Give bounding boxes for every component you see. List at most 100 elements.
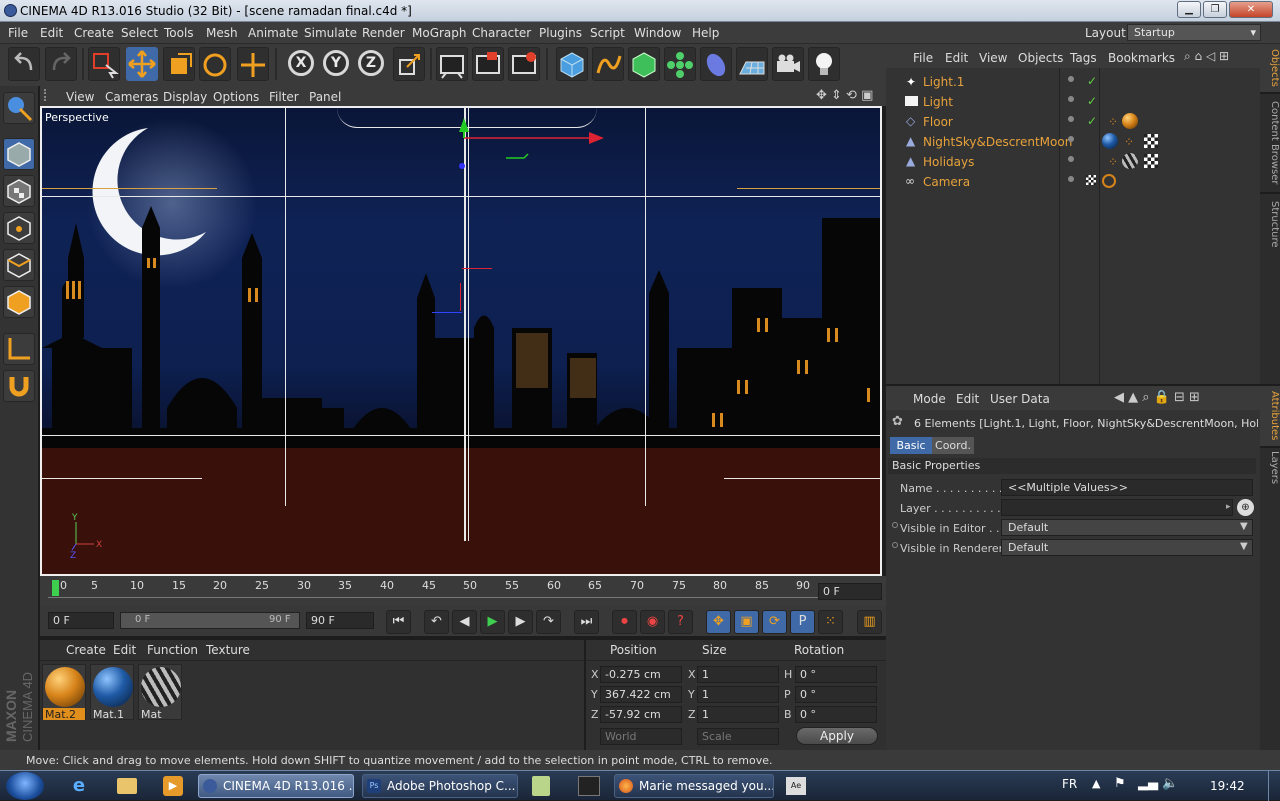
- current-frame-field[interactable]: 0 F: [818, 583, 882, 600]
- maximize-button[interactable]: ❐: [1203, 1, 1227, 18]
- edge-mode-icon[interactable]: [3, 249, 35, 281]
- attr-menu-user-data[interactable]: User Data: [990, 392, 1050, 406]
- material-menu-texture[interactable]: Texture: [206, 643, 250, 657]
- task-firefox-message[interactable]: Marie messaged you...: [614, 774, 774, 798]
- phong-tag-icon[interactable]: ⁘: [1124, 135, 1134, 149]
- rotation-h-field[interactable]: 0 °: [795, 666, 877, 683]
- show-hidden-icons-icon[interactable]: ▲: [1092, 777, 1100, 790]
- x-axis-lock-icon[interactable]: X: [288, 50, 314, 76]
- next-key-icon[interactable]: ↷: [536, 610, 561, 634]
- menu-render[interactable]: Render: [362, 26, 405, 40]
- protection-tag-icon[interactable]: [1086, 175, 1096, 185]
- volume-icon[interactable]: 🔈: [1162, 776, 1178, 791]
- minimize-button[interactable]: ▁: [1177, 1, 1201, 18]
- material-swatch[interactable]: Mat: [138, 664, 182, 721]
- material-menu-function[interactable]: Function: [147, 643, 198, 657]
- object-row-holidays[interactable]: ▲ Holidays ⁘: [886, 152, 1260, 172]
- viewport-menu-filter[interactable]: Filter: [269, 90, 299, 104]
- menu-create[interactable]: Create: [74, 26, 114, 40]
- command-prompt-icon[interactable]: [578, 776, 600, 796]
- phong-tag-icon[interactable]: ⁘: [1108, 155, 1118, 169]
- side-tab-layers[interactable]: Layers: [1260, 448, 1280, 488]
- layer-picker-icon[interactable]: ⊕: [1237, 499, 1254, 516]
- position-z-field[interactable]: -57.92 cm: [600, 706, 682, 723]
- explorer-folder-icon[interactable]: [117, 778, 137, 794]
- apply-button[interactable]: Apply: [796, 727, 878, 745]
- rotate-tool-icon[interactable]: [199, 47, 231, 81]
- material-tag-icon[interactable]: [1102, 133, 1118, 149]
- scale-tool-icon[interactable]: [163, 47, 195, 81]
- obj-menu-view[interactable]: View: [979, 51, 1007, 65]
- cube-primitive-icon[interactable]: [556, 47, 588, 81]
- material-swatch[interactable]: Mat.2: [42, 664, 86, 721]
- spline-pen-icon[interactable]: [592, 47, 624, 81]
- size-z-field[interactable]: 1: [697, 706, 779, 723]
- viewport-menu-cameras[interactable]: Cameras: [105, 90, 158, 104]
- previous-key-icon[interactable]: ↶: [424, 610, 449, 634]
- timeline-window-icon[interactable]: ▥: [857, 610, 882, 634]
- z-axis-lock-icon[interactable]: Z: [358, 50, 384, 76]
- system-clock[interactable]: 19:42: [1210, 779, 1245, 793]
- record-rotation-icon[interactable]: ⟳: [762, 610, 787, 634]
- show-desktop-button[interactable]: [1268, 771, 1280, 801]
- record-scale-icon[interactable]: ▣: [734, 610, 759, 634]
- media-player-icon[interactable]: ▶: [163, 776, 183, 796]
- language-indicator[interactable]: FR: [1062, 777, 1077, 791]
- floor-scene-icon[interactable]: [736, 47, 768, 81]
- position-y-field[interactable]: 367.422 cm: [600, 686, 682, 703]
- task-photoshop[interactable]: Ps Adobe Photoshop C...: [362, 774, 518, 798]
- preview-end-field[interactable]: 90 F: [306, 612, 374, 629]
- app-ae-icon[interactable]: Ae: [786, 777, 806, 795]
- material-swatch[interactable]: Mat.1: [90, 664, 134, 721]
- viewport-menu-options[interactable]: Options: [213, 90, 259, 104]
- record-position-icon[interactable]: ✥: [706, 610, 731, 634]
- transform-tool-icon[interactable]: [237, 47, 269, 81]
- attr-menu-mode[interactable]: Mode: [913, 392, 946, 406]
- visible-editor-select[interactable]: Default: [1001, 519, 1253, 536]
- layer-field[interactable]: [1001, 499, 1233, 516]
- coordinate-system-icon[interactable]: [393, 47, 425, 81]
- viewport-menu-view[interactable]: View: [66, 90, 94, 104]
- side-tab-structure[interactable]: Structure: [1260, 194, 1280, 254]
- menu-select[interactable]: Select: [121, 26, 158, 40]
- viewport-menu-display[interactable]: Display: [163, 90, 207, 104]
- phong-tag-icon[interactable]: ⁘: [1108, 115, 1118, 129]
- menu-help[interactable]: Help: [692, 26, 719, 40]
- animate-toggle-icon[interactable]: [892, 522, 898, 528]
- redo-icon[interactable]: [45, 47, 77, 81]
- point-mode-icon[interactable]: [3, 212, 35, 244]
- menu-animate[interactable]: Animate: [248, 26, 298, 40]
- size-x-field[interactable]: 1: [697, 666, 779, 683]
- task-cinema4d[interactable]: CINEMA 4D R13.016 ...: [198, 774, 354, 798]
- menu-mograph[interactable]: MoGraph: [412, 26, 467, 40]
- object-row-nightsky[interactable]: ▲ NightSky&DescrentMoon ⁘: [886, 132, 1260, 152]
- material-tag-icon[interactable]: [1122, 113, 1138, 129]
- render-view-icon[interactable]: [436, 47, 468, 81]
- close-button[interactable]: ✕: [1229, 1, 1273, 18]
- position-x-field[interactable]: -0.275 cm: [600, 666, 682, 683]
- object-row-camera[interactable]: ∞ Camera: [886, 172, 1260, 192]
- material-tag-icon[interactable]: [1122, 153, 1138, 169]
- tab-basic[interactable]: Basic: [890, 437, 932, 454]
- texture-tag-icon[interactable]: [1144, 154, 1158, 168]
- obj-menu-file[interactable]: File: [913, 51, 933, 65]
- tab-coord[interactable]: Coord.: [932, 437, 974, 454]
- attr-menu-edit[interactable]: Edit: [956, 392, 979, 406]
- undo-icon[interactable]: [8, 47, 40, 81]
- record-parameter-icon[interactable]: P: [790, 610, 815, 634]
- visibility-dot-icon[interactable]: [1068, 76, 1074, 82]
- play-icon[interactable]: ▶: [480, 610, 505, 634]
- side-tab-attributes[interactable]: Attributes: [1260, 386, 1280, 446]
- menu-tools[interactable]: Tools: [164, 26, 194, 40]
- menu-script[interactable]: Script: [590, 26, 625, 40]
- notes-app-icon[interactable]: [532, 776, 550, 796]
- axis-mode-icon[interactable]: [3, 333, 35, 365]
- preview-start-field[interactable]: 0 F: [48, 612, 114, 629]
- object-row-floor[interactable]: ◇ Floor ✓ ⁘: [886, 112, 1260, 132]
- live-selection-icon[interactable]: [88, 47, 120, 81]
- menu-simulate[interactable]: Simulate: [304, 26, 357, 40]
- target-tag-icon[interactable]: [1102, 174, 1116, 188]
- network-signal-icon[interactable]: ▂▄: [1138, 776, 1158, 791]
- record-keys-icon[interactable]: ⏺: [612, 610, 637, 634]
- record-point-level-icon[interactable]: ⁙: [818, 610, 843, 634]
